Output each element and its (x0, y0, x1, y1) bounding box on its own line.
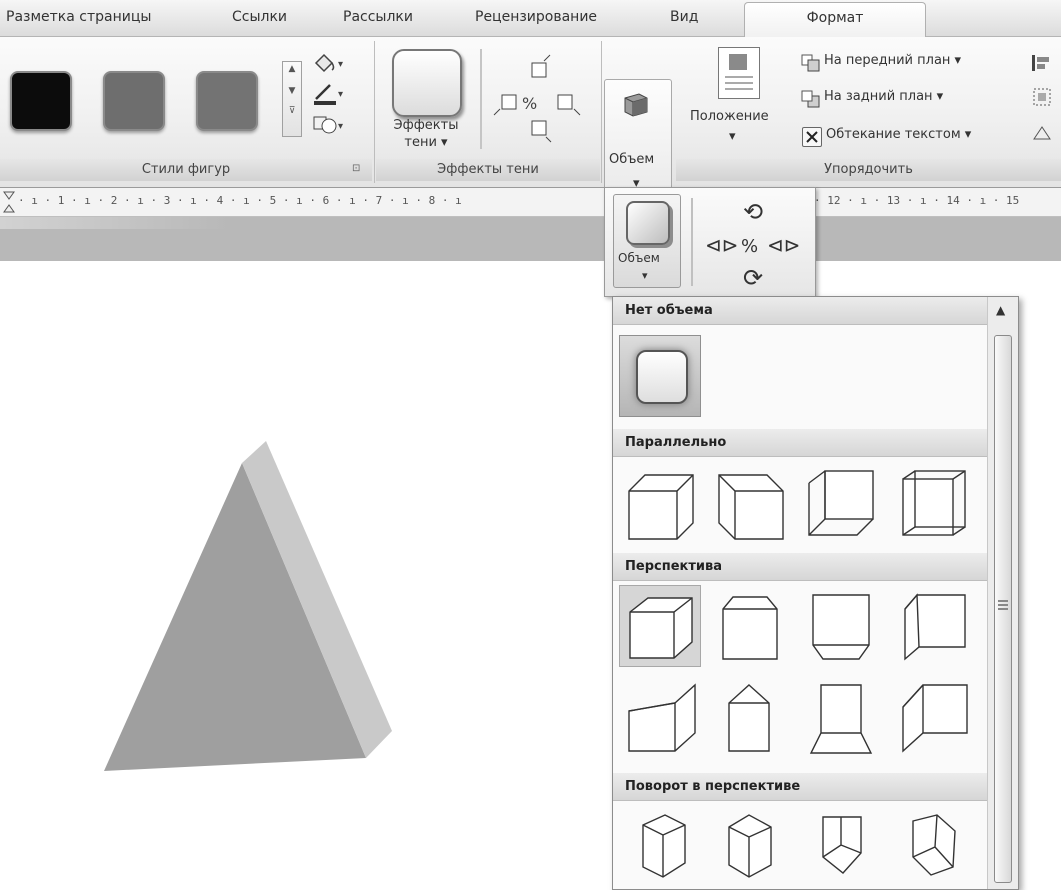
divider (691, 198, 693, 286)
volume-popup-arrow: ▾ (642, 269, 648, 282)
svg-text:⟲: ⟲ (743, 198, 763, 226)
tab-review[interactable]: Рецензирование (475, 0, 597, 36)
tab-mailings[interactable]: Рассылки (343, 0, 413, 36)
group-label-arrange: Упорядочить (676, 159, 1061, 181)
horizontal-ruler: · ı · 1 · ı · 2 · ı · 3 · ı · 4 · ı · 5 … (0, 188, 1061, 217)
bring-front-icon[interactable] (800, 53, 822, 77)
ribbon: ▲ ▼ ⊽ ▾ ▾ ▾ Стили фигур ⊡ Эффекты тени ▾… (0, 37, 1061, 216)
volume-popup-label: Объем (618, 251, 660, 265)
ruler-indent-marker[interactable] (2, 190, 16, 218)
tab-view[interactable]: Вид (670, 0, 698, 36)
rotation-option-3[interactable] (801, 807, 883, 889)
align-icon[interactable] (1030, 53, 1060, 157)
section-header-perspective-rotation: Поворот в перспективе (613, 773, 987, 801)
tilt-icon[interactable]: ⟲ ⊲⊳ % ⊲⊳ ⟳ (701, 194, 807, 294)
shadow-effects-icon[interactable] (392, 49, 462, 117)
text-wrap-button[interactable]: Обтекание текстом ▾ (826, 127, 971, 142)
volume-popup-button[interactable]: Объем ▾ (613, 194, 681, 288)
parallel-option-2[interactable] (709, 463, 791, 545)
section-header-perspective: Перспектива (613, 553, 987, 581)
shadow-effects-button-label[interactable]: Эффекты тени ▾ (383, 117, 469, 151)
position-dropdown-arrow[interactable]: ▾ (729, 129, 736, 144)
rotation-option-4[interactable] (893, 807, 975, 889)
svg-text:%: % (522, 94, 537, 113)
perspective-option-1[interactable] (619, 585, 701, 667)
outline-pen-icon[interactable]: ▾ (310, 81, 350, 111)
shape-style-swatch-gray-2[interactable] (196, 71, 258, 131)
perspective-option-7[interactable] (801, 677, 883, 759)
group-separator (374, 41, 375, 183)
ruler-ticks-left: · ı · 1 · ı · 2 · ı · 3 · ı · 4 · ı · 5 … (18, 194, 462, 207)
position-button[interactable]: Положение (690, 109, 769, 124)
svg-text:⊲⊳: ⊲⊳ (705, 233, 739, 257)
no-volume-option[interactable] (619, 335, 701, 417)
group-label-shadow-effects: Эффекты тени (376, 159, 600, 181)
rotation-option-2[interactable] (709, 807, 791, 889)
perspective-option-6[interactable] (709, 677, 791, 759)
tab-references[interactable]: Ссылки (232, 0, 287, 36)
perspective-option-3[interactable] (801, 585, 883, 667)
scroll-thumb[interactable] (994, 335, 1012, 883)
shape-style-swatch-black[interactable] (10, 71, 72, 131)
svg-text:⊲⊳: ⊲⊳ (767, 233, 801, 257)
section-header-parallel: Параллельно (613, 429, 987, 457)
perspective-option-4[interactable] (893, 585, 975, 667)
parallel-option-3[interactable] (801, 463, 883, 545)
svg-text:▾: ▾ (338, 89, 343, 100)
perspective-option-2[interactable] (709, 585, 791, 667)
parallel-option-1[interactable] (621, 463, 703, 545)
shadow-nudge-icon[interactable]: % (488, 51, 598, 155)
svg-text:⟳: ⟳ (743, 264, 763, 290)
parallel-option-4[interactable] (893, 463, 975, 545)
send-back-button[interactable]: На задний план ▾ (824, 89, 943, 104)
ruler-ticks-right: · 12 · ı · 13 · ı · 14 · ı · 15 (814, 194, 1020, 207)
divider (480, 49, 482, 149)
tab-format[interactable]: Формат (744, 2, 926, 37)
dialog-launcher-icon[interactable]: ⊡ (352, 163, 360, 174)
group-separator (601, 41, 602, 183)
svg-text:▾: ▾ (338, 59, 343, 70)
paint-bucket-icon[interactable]: ▾ (310, 51, 350, 81)
svg-text:▾: ▾ (338, 121, 343, 132)
perspective-option-8[interactable] (893, 677, 975, 759)
gallery-scrollbar[interactable]: ▲ (987, 297, 1018, 889)
ribbon-tab-bar: Разметка страницы Ссылки Рассылки Реценз… (0, 0, 1061, 37)
scroll-up-icon[interactable]: ▲ (996, 303, 1005, 317)
triangle-shape[interactable] (0, 261, 612, 888)
text-wrap-icon[interactable] (802, 127, 822, 147)
volume-button-label: Объем (609, 152, 655, 167)
bring-front-button[interactable]: На передний план ▾ (824, 53, 961, 68)
styles-scroll[interactable]: ▲ ▼ ⊽ (282, 61, 302, 137)
send-back-icon[interactable] (800, 89, 822, 113)
svg-text:%: % (741, 236, 758, 257)
perspective-option-5[interactable] (621, 677, 703, 759)
tab-page-layout[interactable]: Разметка страницы (6, 0, 151, 36)
rotation-option-1[interactable] (621, 807, 703, 889)
shape-style-swatch-gray[interactable] (103, 71, 165, 131)
document-top-margin (0, 217, 1061, 261)
group-label-shape-styles: Стили фигур (0, 159, 372, 181)
section-header-no-volume: Нет объема (613, 297, 987, 325)
volume-popup-toolbar: Объем ▾ ⟲ ⊲⊳ % ⊲⊳ ⟳ (604, 187, 816, 297)
volume-gallery: Нет объема Параллельно Перспектива Повор… (612, 296, 1019, 890)
shape-change-icon[interactable]: ▾ (310, 111, 350, 141)
position-icon[interactable] (718, 47, 760, 99)
cube-icon (621, 90, 649, 117)
